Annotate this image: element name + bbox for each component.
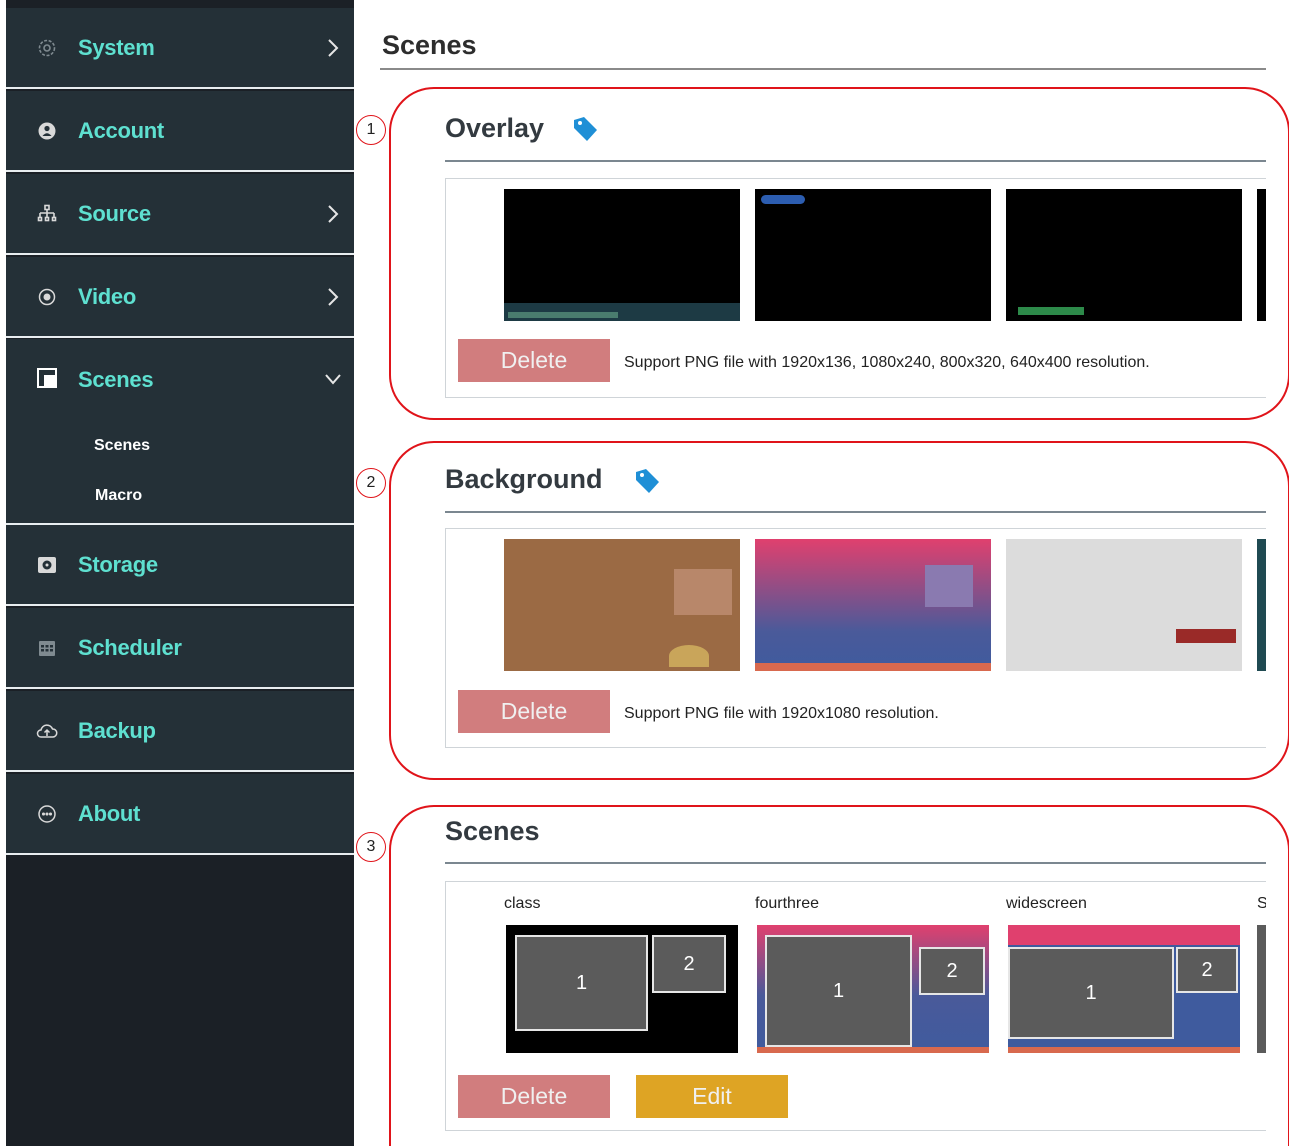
sidebar-item-scheduler[interactable]: Scheduler <box>6 608 354 689</box>
divider <box>445 511 1266 513</box>
background-thumbnail[interactable] <box>1257 539 1266 671</box>
edit-button[interactable]: Edit <box>636 1075 788 1118</box>
callout-marker: 2 <box>356 468 386 498</box>
scene-box: 2 <box>919 947 985 995</box>
section-title-background: Background <box>445 464 603 494</box>
scene-box: 1 <box>515 935 648 1031</box>
divider <box>445 160 1266 162</box>
sidebar-item-label: Scenes <box>78 367 154 392</box>
chevron-right-icon <box>328 204 339 223</box>
chevron-down-icon <box>325 374 341 385</box>
background-panel: Delete Support PNG file with 1920x1080 r… <box>445 528 1266 748</box>
scene-thumbnail[interactable]: 1 2 <box>1008 925 1240 1053</box>
scene-box: 1 <box>1008 947 1174 1039</box>
scene-thumbnail[interactable]: 1 2 <box>757 925 989 1053</box>
sidebar-subitem-macro[interactable]: Macro <box>95 487 142 505</box>
sidebar-item-account[interactable]: Account <box>6 91 354 172</box>
background-thumbnail[interactable] <box>504 539 740 671</box>
scene-thumbnail[interactable] <box>1257 925 1266 1053</box>
scenes-icon <box>36 367 58 389</box>
sidebar-item-source[interactable]: Source <box>6 174 354 255</box>
sidebar-item-scenes[interactable]: Scenes <box>6 339 354 420</box>
sidebar-item-backup[interactable]: Backup <box>6 691 354 772</box>
tag-icon[interactable] <box>570 114 600 144</box>
sidebar-item-label: Scheduler <box>78 634 182 660</box>
background-thumbnail[interactable] <box>1006 539 1242 671</box>
delete-button[interactable]: Delete <box>458 339 610 382</box>
chevron-right-icon <box>328 38 339 57</box>
sidebar-item-label: Source <box>78 200 151 226</box>
page-title: Scenes <box>382 30 477 60</box>
sidebar-item-video[interactable]: Video <box>6 257 354 338</box>
sidebar: System Account Source Video Scenes Scene… <box>6 0 354 1146</box>
sidebar-item-storage[interactable]: Storage <box>6 525 354 606</box>
sidebar-item-label: Storage <box>78 551 158 577</box>
callout-marker: 3 <box>356 832 386 862</box>
calendar-icon <box>36 637 58 659</box>
divider <box>380 68 1266 70</box>
divider <box>445 862 1266 864</box>
sidebar-item-label: Account <box>78 117 164 143</box>
callout-marker: 1 <box>356 115 386 145</box>
overlay-thumbnail[interactable] <box>1257 189 1266 321</box>
scene-box: 1 <box>765 935 912 1047</box>
sidebar-item-label: Backup <box>78 717 156 743</box>
background-thumbnail[interactable] <box>755 539 991 671</box>
scene-box: 2 <box>1176 947 1238 993</box>
sidebar-item-label: Video <box>78 283 137 309</box>
chevron-right-icon <box>328 287 339 306</box>
cloud-upload-icon <box>36 720 58 742</box>
tag-icon[interactable] <box>632 466 662 496</box>
support-text: Support PNG file with 1920x136, 1080x240… <box>624 354 1150 371</box>
sidebar-item-label: System <box>78 34 155 60</box>
section-title-scenes: Scenes <box>445 816 540 846</box>
user-icon <box>36 120 58 142</box>
scene-name: class <box>504 895 541 912</box>
network-icon <box>36 203 58 225</box>
disk-icon <box>36 554 58 576</box>
delete-button[interactable]: Delete <box>458 690 610 733</box>
scene-name: fourthree <box>755 895 820 912</box>
overlay-thumbnail[interactable] <box>504 189 740 321</box>
record-icon <box>36 286 58 308</box>
section-title-overlay: Overlay <box>445 113 545 143</box>
delete-button[interactable]: Delete <box>458 1075 610 1118</box>
scene-box: 2 <box>652 935 726 993</box>
sidebar-item-system[interactable]: System <box>6 8 354 89</box>
scene-thumbnail[interactable]: 1 2 <box>506 925 738 1053</box>
sidebar-group-scenes: Scenes Scenes Macro <box>6 339 354 525</box>
sidebar-item-about[interactable]: About <box>6 774 354 855</box>
scene-name: S <box>1257 895 1266 913</box>
overlay-thumbnail[interactable] <box>1006 189 1242 321</box>
overlay-panel: Delete Support PNG file with 1920x136, 1… <box>445 178 1266 398</box>
chat-icon <box>36 803 58 825</box>
sidebar-subitem-scenes[interactable]: Scenes <box>94 437 150 455</box>
support-text: Support PNG file with 1920x1080 resoluti… <box>624 705 939 722</box>
scene-name: widescreen <box>1006 895 1087 912</box>
sidebar-item-label: About <box>78 800 141 826</box>
gear-icon <box>36 37 58 59</box>
overlay-thumbnail[interactable] <box>755 189 991 321</box>
scenes-panel: class fourthree widescreen S 1 2 1 2 1 2… <box>445 881 1266 1131</box>
